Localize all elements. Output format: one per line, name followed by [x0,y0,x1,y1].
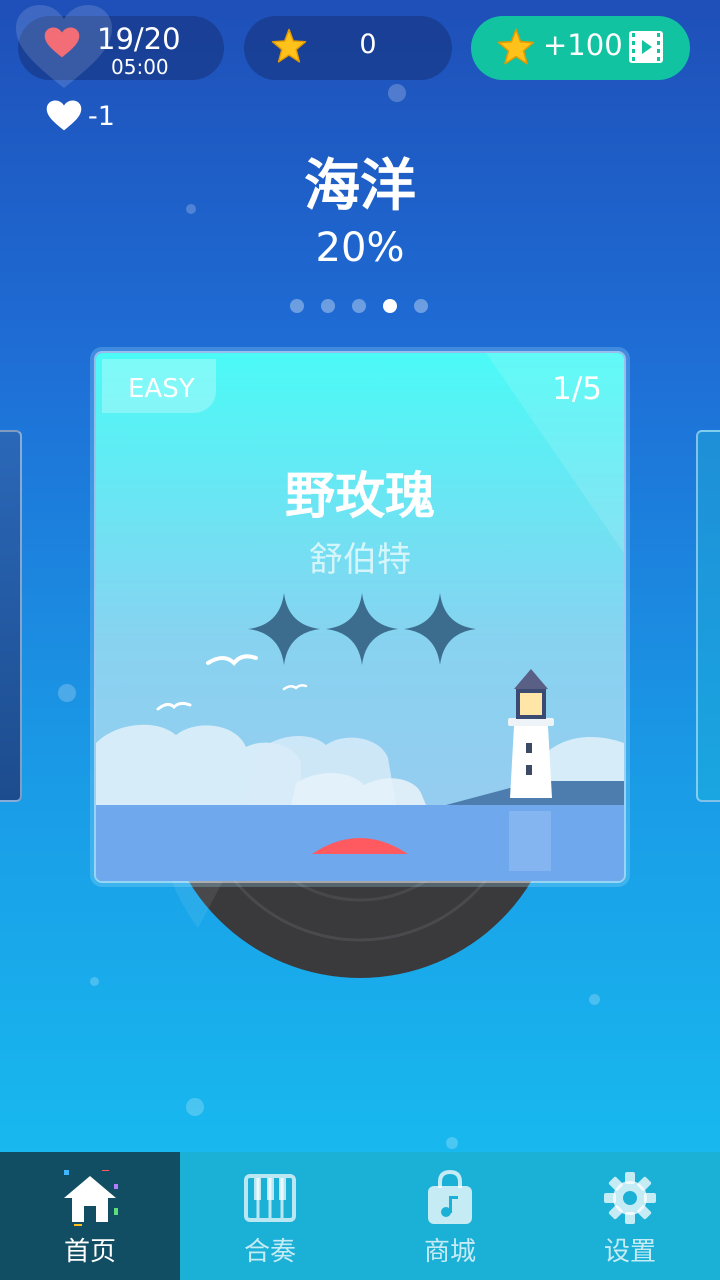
lives-timer: 05:00 [111,55,169,79]
bubble [589,994,600,1005]
bubble [58,684,76,702]
page-dot[interactable] [290,299,304,313]
page-indicator [290,299,428,313]
nav-settings[interactable]: 设置 [540,1152,720,1280]
bubble [90,977,99,986]
gear-icon [604,1172,656,1224]
bottom-navigation: 首页 合奏 商城 设置 [0,1152,720,1280]
rating-stars [248,593,476,665]
song-artist: 舒伯特 [309,540,411,580]
page-dot[interactable] [352,299,366,313]
lives-count: 19/20 [97,22,181,56]
rating-star-empty-icon [404,593,476,665]
reward-amount: +100 [543,28,623,62]
theme-progress: 20% [315,225,405,271]
bubble [186,1098,204,1116]
star-icon [271,28,307,63]
page-dot[interactable] [414,299,428,313]
shop-bag-icon [428,1170,472,1224]
nav-shop[interactable]: 商城 [360,1152,540,1280]
difficulty-label: EASY [128,374,195,404]
previous-song-card[interactable] [0,430,22,802]
next-song-card[interactable] [696,430,720,802]
heart-icon [44,27,80,58]
page-dot-active[interactable] [383,299,397,313]
record-play-indicator[interactable] [310,828,410,856]
song-title: 野玫瑰 [285,467,435,525]
bubble [446,1137,458,1149]
star-icon [497,28,535,65]
bubble [388,84,406,102]
video-icon [629,31,663,63]
life-cost-heart-icon [46,100,82,131]
life-cost: -1 [88,101,115,132]
difficulty-tag: EASY [102,359,216,413]
rating-star-empty-icon [326,593,398,665]
nav-label: 商城 [423,1237,476,1267]
home-icon [64,1170,118,1226]
piano-icon [244,1174,296,1222]
song-index: 1/5 [552,371,602,407]
rating-star-empty-icon [248,593,320,665]
nav-label: 合奏 [243,1237,296,1267]
nav-home[interactable]: 首页 [0,1152,180,1280]
stars-count: 0 [359,29,377,60]
nav-label: 首页 [63,1237,116,1267]
nav-label: 设置 [603,1237,656,1267]
page-dot[interactable] [321,299,335,313]
nav-ensemble[interactable]: 合奏 [180,1152,360,1280]
theme-title: 海洋 [304,154,416,219]
song-card[interactable]: EASY 1/5 野玫瑰 舒伯特 [94,351,626,883]
